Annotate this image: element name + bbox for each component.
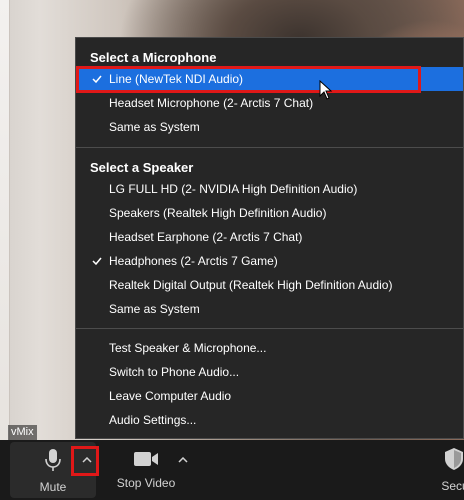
check-icon (90, 67, 104, 91)
menu-item-label: Headset Microphone (2- Arctis 7 Chat) (109, 96, 314, 110)
menu-item-label: Leave Computer Audio (109, 389, 232, 403)
microphone-option-same-as-system[interactable]: Same as System (76, 115, 463, 139)
menu-item-label: Headphones (2- Arctis 7 Game) (109, 254, 278, 268)
mouse-cursor-icon (319, 79, 333, 100)
speaker-option-headphones[interactable]: Headphones (2- Arctis 7 Game) (76, 249, 463, 273)
vmix-label: vMix (8, 425, 37, 440)
stop-video-button[interactable]: Stop Video (114, 440, 178, 500)
speaker-section-header: Select a Speaker (90, 160, 194, 175)
microphone-icon (44, 448, 62, 475)
speaker-option-same-as-system[interactable]: Same as System (76, 297, 463, 321)
menu-item-label: LG FULL HD (2- NVIDIA High Definition Au… (109, 182, 358, 196)
mute-label: Mute (39, 480, 67, 494)
menu-separator (76, 147, 463, 148)
caret-up-icon (178, 450, 188, 468)
video-camera-icon (133, 450, 159, 471)
menu-separator (76, 328, 463, 329)
switch-to-phone-audio-item[interactable]: Switch to Phone Audio... (76, 360, 463, 384)
audio-options-caret[interactable] (76, 446, 98, 472)
speaker-option-lg-full-hd[interactable]: LG FULL HD (2- NVIDIA High Definition Au… (76, 177, 463, 201)
test-speaker-microphone-item[interactable]: Test Speaker & Microphone... (76, 336, 463, 360)
mute-button[interactable]: Mute (30, 440, 76, 500)
window-frame-edge (0, 0, 10, 440)
menu-item-label: Same as System (109, 302, 200, 316)
caret-up-icon (82, 450, 92, 468)
shield-icon (444, 447, 464, 474)
menu-item-label: Speakers (Realtek High Definition Audio) (109, 206, 327, 220)
speaker-option-headset-earphone[interactable]: Headset Earphone (2- Arctis 7 Chat) (76, 225, 463, 249)
security-label: Secu (441, 479, 464, 493)
stop-video-label: Stop Video (116, 476, 176, 490)
security-button[interactable]: Secu (434, 440, 464, 500)
audio-menu: Select a Microphone Line (NewTek NDI Aud… (75, 37, 464, 439)
video-options-caret[interactable] (172, 446, 194, 472)
menu-item-label: Audio Settings... (109, 413, 197, 427)
menu-item-label: Test Speaker & Microphone... (109, 341, 267, 355)
check-icon (90, 249, 104, 273)
speaker-option-realtek-speakers[interactable]: Speakers (Realtek High Definition Audio) (76, 201, 463, 225)
microphone-option-line-newtek[interactable]: Line (NewTek NDI Audio) (76, 67, 463, 91)
microphone-section-header: Select a Microphone (90, 50, 217, 65)
meeting-toolbar: Mute Stop Video Secu (0, 440, 464, 500)
menu-item-label: Headset Earphone (2- Arctis 7 Chat) (109, 230, 303, 244)
menu-item-label: Line (NewTek NDI Audio) (109, 72, 244, 86)
microphone-option-headset[interactable]: Headset Microphone (2- Arctis 7 Chat) (76, 91, 463, 115)
leave-computer-audio-item[interactable]: Leave Computer Audio (76, 384, 463, 408)
speaker-option-realtek-digital[interactable]: Realtek Digital Output (Realtek High Def… (76, 273, 463, 297)
menu-item-label: Switch to Phone Audio... (109, 365, 240, 379)
menu-item-label: Realtek Digital Output (Realtek High Def… (109, 278, 393, 292)
menu-item-label: Same as System (109, 120, 200, 134)
audio-settings-item[interactable]: Audio Settings... (76, 408, 463, 432)
